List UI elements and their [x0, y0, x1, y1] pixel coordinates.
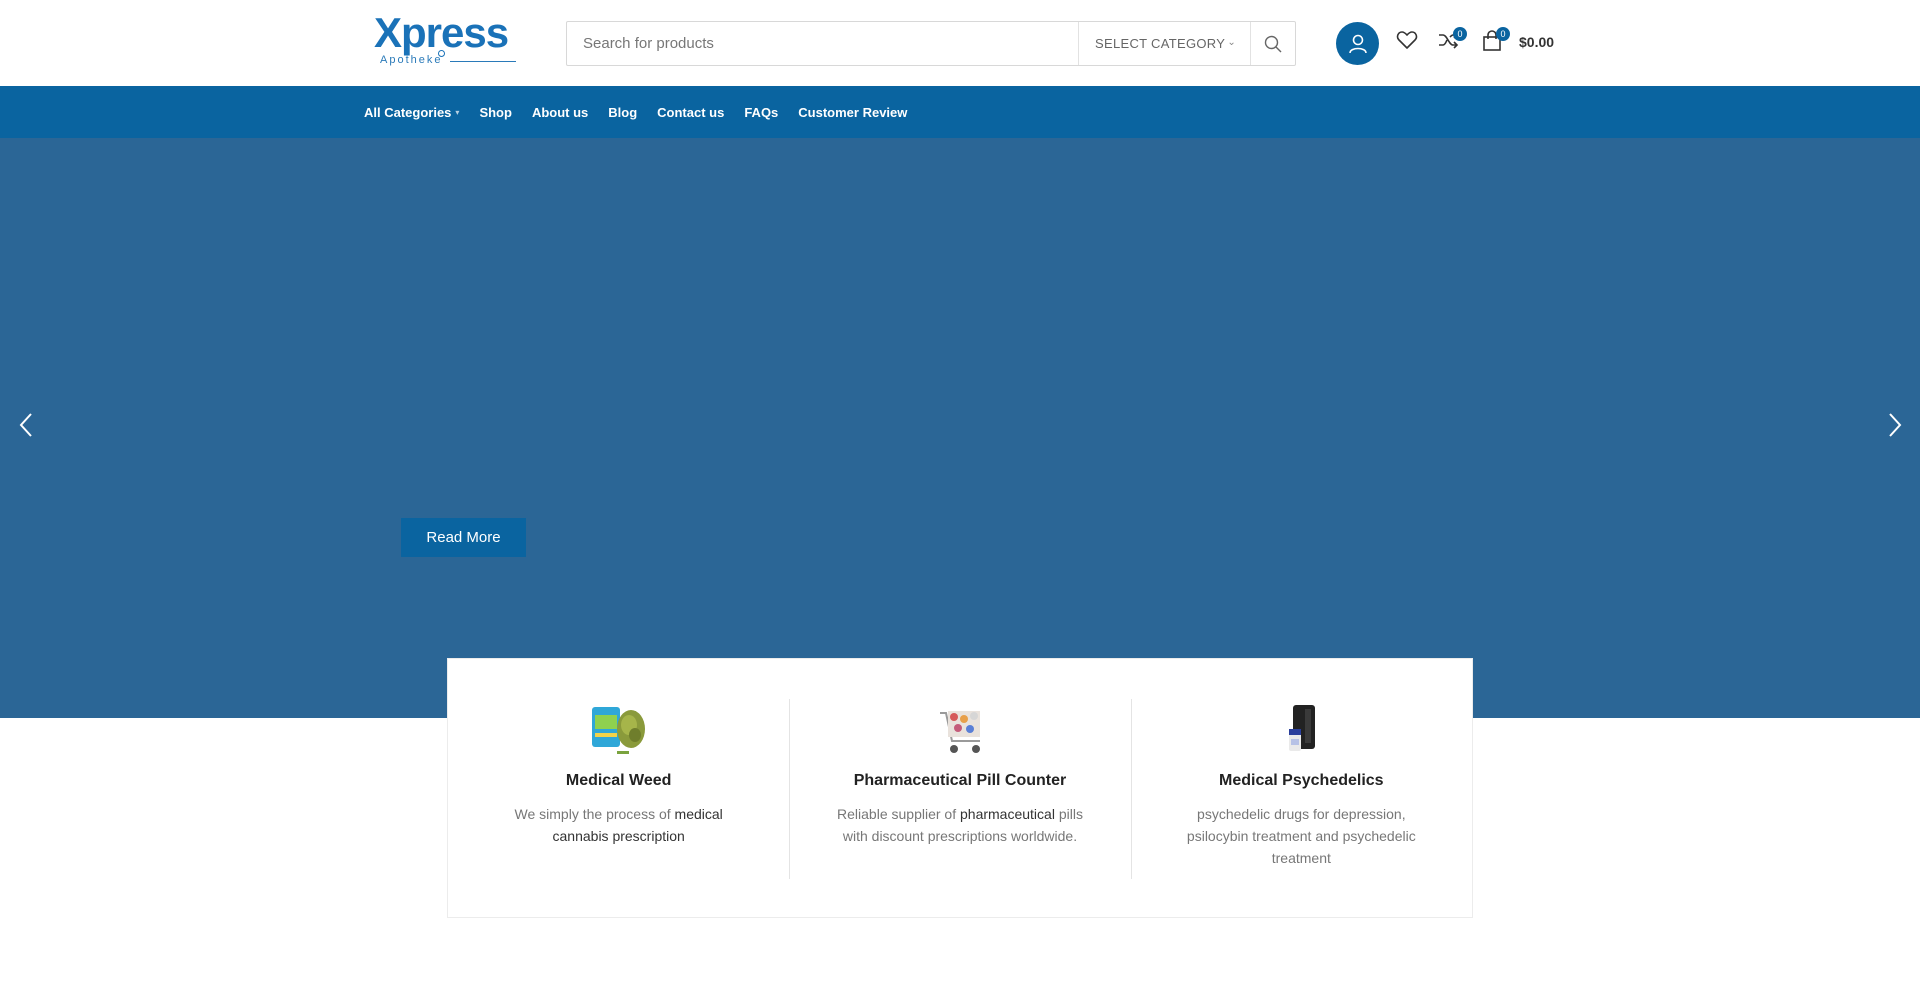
- nav-item-label: All Categories: [364, 104, 452, 120]
- psychedelics-bottle-image: [1271, 699, 1331, 759]
- search-bar: SELECT CATEGORY ⌄: [566, 21, 1296, 66]
- site-logo[interactable]: Xpress Apotheke: [374, 12, 516, 68]
- chevron-down-icon: ⌄: [1227, 37, 1236, 48]
- category-select-label: SELECT CATEGORY: [1095, 36, 1226, 51]
- search-button[interactable]: [1250, 22, 1295, 65]
- cart-count-badge: 0: [1496, 27, 1510, 41]
- search-icon: [1264, 35, 1282, 52]
- nav-item-all-categories[interactable]: All Categories ▾: [364, 105, 459, 120]
- chevron-down-icon: ▾: [455, 107, 460, 117]
- chevron-left-icon: [19, 413, 32, 437]
- logo-sub-text: Apotheke: [380, 54, 443, 66]
- nav-item-contact-us[interactable]: Contact us: [657, 105, 724, 120]
- read-more-button[interactable]: Read More: [401, 518, 526, 557]
- nav-menu: All Categories ▾ Shop About us Blog Cont…: [364, 86, 927, 138]
- category-select[interactable]: SELECT CATEGORY ⌄: [1078, 22, 1250, 65]
- heart-icon: [1396, 31, 1418, 49]
- cart-total[interactable]: $0.00: [1519, 34, 1554, 50]
- nav-item-faqs[interactable]: FAQs: [744, 105, 778, 120]
- feature-description: Reliable supplier of pharmaceutical pill…: [837, 806, 1083, 844]
- logo-main-text: Xpress: [374, 9, 509, 56]
- logo-line: [450, 61, 516, 62]
- feature-highlight-link[interactable]: pharmaceutical: [960, 806, 1055, 822]
- feature-title: Medical Weed: [565, 772, 672, 789]
- features-card: Medical Weed We simply the process of me…: [447, 658, 1473, 918]
- nav-item-shop[interactable]: Shop: [479, 105, 512, 120]
- chevron-right-icon: [1889, 413, 1902, 437]
- nav-item-about-us[interactable]: About us: [532, 105, 588, 120]
- cart-button[interactable]: 0: [1482, 27, 1510, 57]
- wishlist-button[interactable]: [1396, 30, 1418, 55]
- search-input[interactable]: [567, 22, 1078, 65]
- feature-description: psychedelic drugs for depression, psiloc…: [1186, 806, 1416, 866]
- compare-count-badge: 0: [1453, 27, 1467, 41]
- nav-item-blog[interactable]: Blog: [608, 105, 637, 120]
- slider-next-button[interactable]: [1880, 410, 1910, 440]
- feature-description: We simply the process of medical cannabi…: [514, 806, 723, 844]
- site-header: Xpress Apotheke SELECT CATEGORY ⌄: [0, 0, 1920, 86]
- nav-item-customer-review[interactable]: Customer Review: [798, 105, 907, 120]
- user-icon: [1348, 34, 1367, 53]
- feature-title: Medical Psychedelics: [1219, 772, 1384, 789]
- slider-prev-button[interactable]: [11, 410, 41, 440]
- compare-button[interactable]: 0: [1437, 27, 1467, 55]
- feature-medical-psychedelics[interactable]: Medical Psychedelics psychedelic drugs f…: [1130, 699, 1472, 917]
- hero-slider: Read More: [0, 138, 1920, 718]
- account-button[interactable]: [1336, 22, 1379, 65]
- feature-medical-weed[interactable]: Medical Weed We simply the process of me…: [448, 699, 789, 917]
- main-navigation: All Categories ▾ Shop About us Blog Cont…: [0, 86, 1920, 138]
- feature-pharmaceutical-pill-counter[interactable]: Pharmaceutical Pill Counter Reliable sup…: [789, 699, 1130, 917]
- feature-title: Pharmaceutical Pill Counter: [853, 772, 1067, 789]
- pill-cart-image: [930, 699, 990, 759]
- medical-weed-image: [589, 699, 649, 759]
